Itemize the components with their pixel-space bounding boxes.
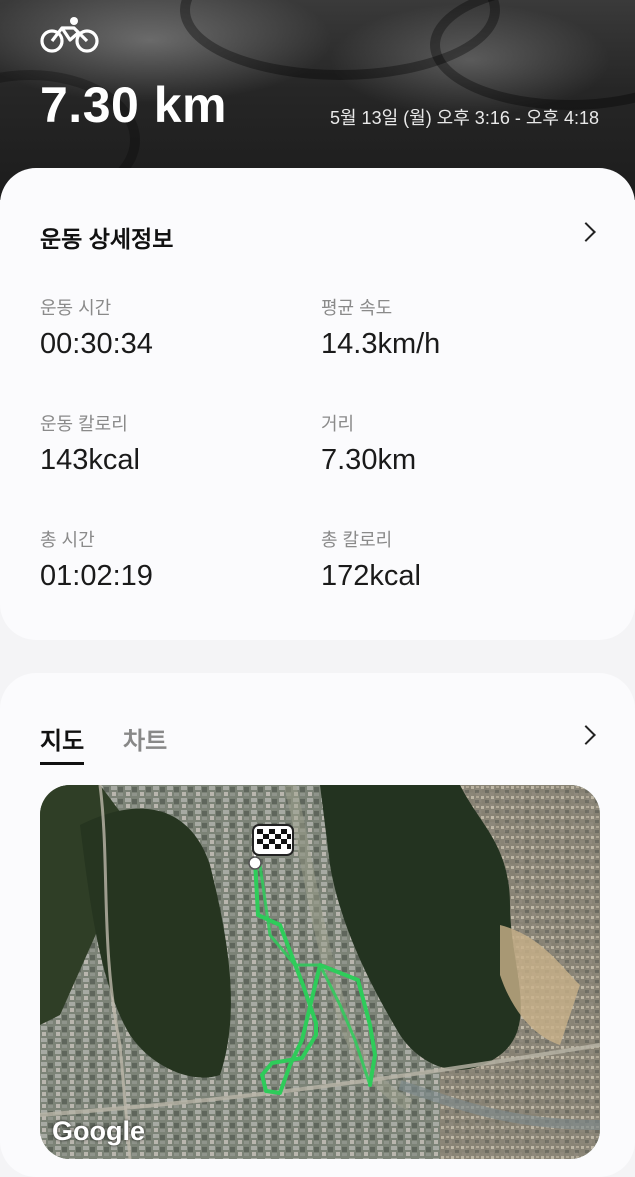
checkered-flag-icon — [252, 824, 294, 863]
total-distance: 7.30 km — [40, 77, 227, 133]
card-title: 운동 상세정보 — [40, 226, 174, 252]
route-start-marker — [248, 856, 262, 870]
activity-date-range: 5월 13일 (월) 오후 3:16 - 오후 4:18 — [329, 108, 599, 128]
stat-label: 운동 칼로리 — [40, 414, 128, 434]
route-path — [253, 859, 377, 1095]
route-path — [258, 864, 372, 1086]
stat-value: 172kcal — [321, 560, 421, 592]
stat-value: 143kcal — [40, 444, 140, 476]
tab-map[interactable]: 지도 — [40, 721, 85, 765]
stat-label: 평균 속도 — [321, 298, 393, 318]
stat-value: 7.30km — [321, 444, 417, 476]
stat-value: 01:02:19 — [40, 560, 153, 592]
stat-workout-calories: 운동 칼로리 143kcal — [40, 410, 300, 477]
bicycle-icon — [40, 17, 99, 53]
chevron-right-icon[interactable] — [576, 725, 596, 745]
map-chart-card: 지도 차트 Google — [0, 673, 635, 1177]
workout-details-card: 운동 상세정보 운동 시간 00:30:34 평균 속도 14.3km/h 운동… — [0, 168, 635, 640]
route-map[interactable]: Google — [40, 785, 600, 1159]
stat-value: 14.3km/h — [321, 328, 441, 360]
stat-distance: 거리 7.30km — [321, 410, 581, 477]
route-overlay — [248, 824, 377, 1095]
background-shadow — [430, 0, 635, 110]
stat-total-time: 총 시간 01:02:19 — [40, 526, 300, 593]
stat-label: 총 칼로리 — [321, 530, 393, 550]
stat-workout-time: 운동 시간 00:30:34 — [40, 294, 300, 361]
stat-average-speed: 평균 속도 14.3km/h — [321, 294, 581, 361]
stat-label: 거리 — [321, 414, 355, 434]
stat-total-calories: 총 칼로리 172kcal — [321, 526, 581, 593]
stat-label: 총 시간 — [40, 530, 95, 550]
stat-label: 운동 시간 — [40, 298, 112, 318]
chevron-right-icon[interactable] — [576, 222, 596, 242]
google-logo: Google — [52, 1116, 145, 1146]
stat-value: 00:30:34 — [40, 328, 153, 360]
tab-chart[interactable]: 차트 — [123, 721, 167, 756]
